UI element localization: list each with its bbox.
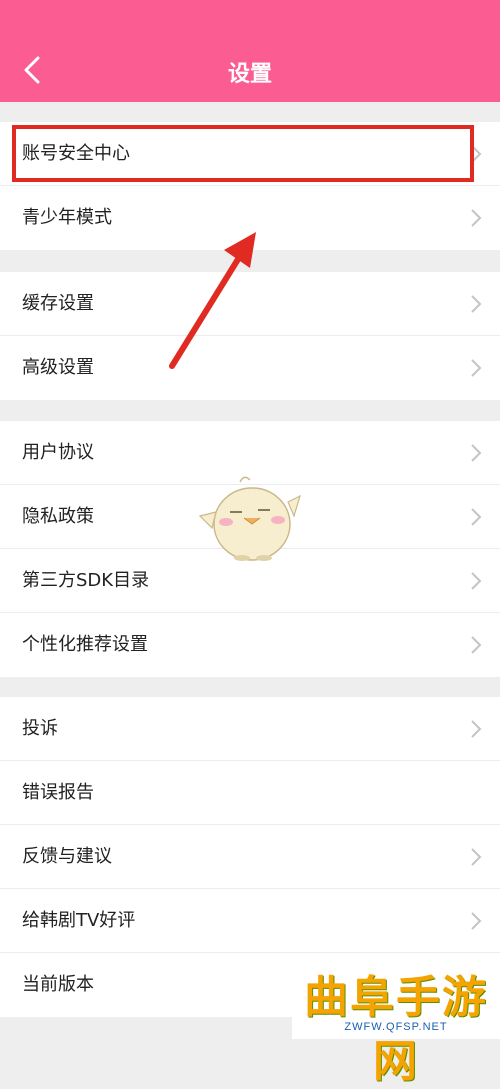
watermark-url: ZWFW.QFSP.NET [344,1021,448,1033]
settings-item-label: 高级设置 [22,357,94,378]
annotation-highlight-box [12,125,474,182]
chevron-right-icon [471,295,482,313]
chevron-right-icon [471,508,482,526]
watermark: 曲阜手游网 ZWFW.QFSP.NET [292,955,500,1087]
chevron-right-icon [471,359,482,377]
chevron-right-icon [471,720,482,738]
settings-item-label: 用户协议 [22,442,94,463]
settings-item-label: 第三方SDK目录 [22,570,150,591]
settings-item-error-report[interactable]: 错误报告 [0,761,500,825]
settings-item-rate-app[interactable]: 给韩剧TV好评 [0,889,500,953]
page-title: 设置 [227,62,272,87]
annotation-arrow-icon [169,232,256,369]
chevron-right-icon [471,209,482,227]
settings-item-label: 个性化推荐设置 [22,634,148,655]
settings-item-label: 给韩剧TV好评 [22,910,136,931]
chevron-right-icon [471,572,482,590]
settings-item-label: 错误报告 [22,782,94,803]
settings-item-label: 投诉 [22,718,58,739]
settings-item-label: 反馈与建议 [22,846,112,867]
settings-item-label: 当前版本 [22,974,94,995]
settings-item-feedback[interactable]: 反馈与建议 [0,825,500,889]
chevron-right-icon [471,912,482,930]
mascot-chick-icon [198,476,301,561]
settings-item-label: 青少年模式 [22,207,112,228]
settings-item-personalized-recommendation[interactable]: 个性化推荐设置 [0,613,500,677]
chevron-right-icon [471,444,482,462]
settings-item-label: 缓存设置 [22,293,94,314]
settings-item-label: 隐私政策 [22,506,94,527]
chevron-right-icon [471,848,482,866]
chevron-right-icon [471,636,482,654]
settings-item-complaint[interactable]: 投诉 [0,697,500,761]
app-header: 设置 [0,0,500,102]
